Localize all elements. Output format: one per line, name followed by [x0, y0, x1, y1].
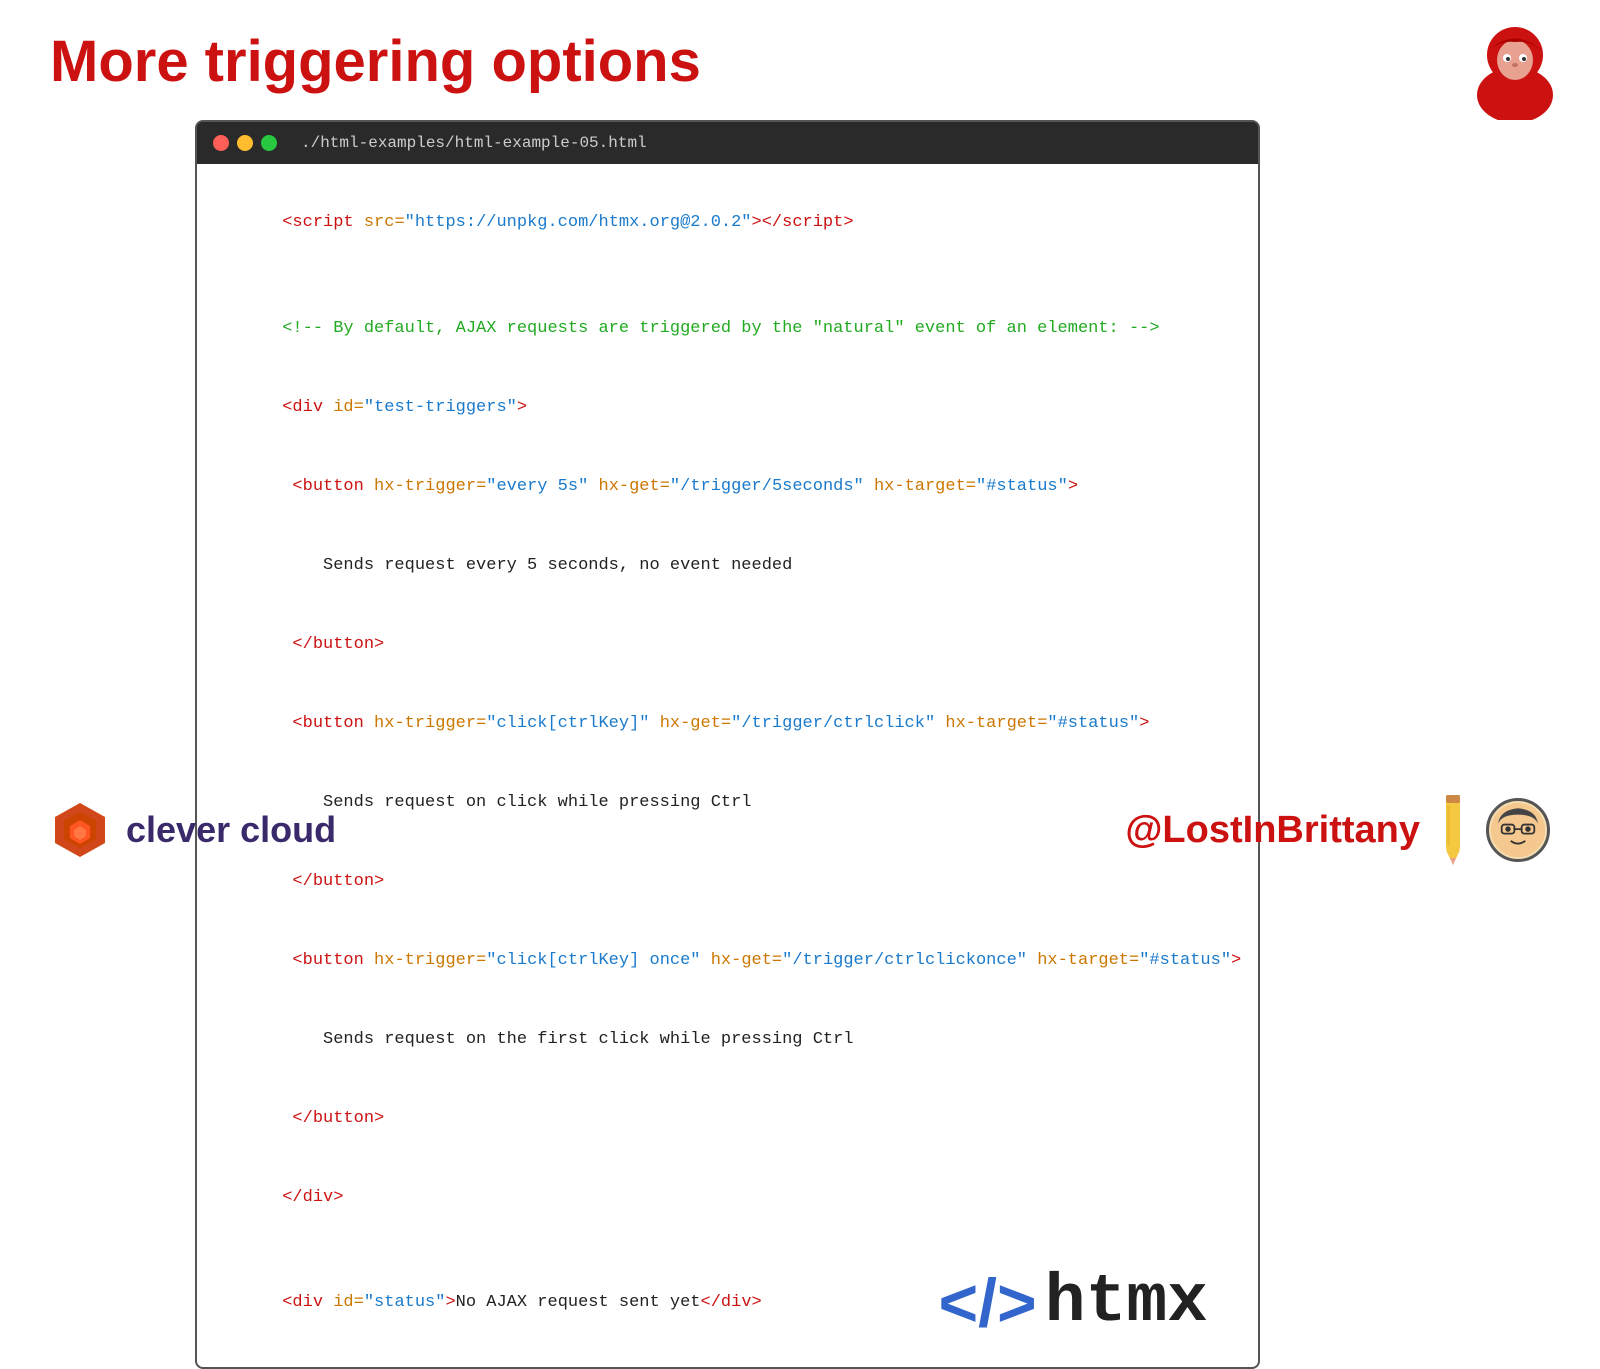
code-div-val: "test-triggers"	[364, 398, 517, 417]
page-title: More triggering options	[50, 28, 701, 95]
window-titlebar: ./html-examples/html-example-05.html	[197, 122, 1258, 164]
code-blank-1	[221, 263, 1234, 289]
code-sp7	[701, 951, 711, 970]
code-btn3-gt: >	[1231, 951, 1241, 970]
traffic-light-red[interactable]	[213, 135, 229, 151]
code-comment-text: <!-- By default, AJAX requests are trigg…	[282, 319, 1159, 338]
code-div-open: <div id="test-triggers">	[221, 368, 1234, 447]
code-status-close-tag: </div>	[701, 1293, 762, 1312]
code-space1	[282, 477, 292, 496]
code-btn2-attr2: hx-get=	[660, 714, 731, 733]
code-btn1-gt: >	[1068, 477, 1078, 496]
twitter-handle: @LostInBrittany	[1125, 809, 1420, 852]
code-btn1-attr2: hx-get=	[599, 477, 670, 496]
clever-cloud-logo: clever cloud	[50, 800, 336, 860]
code-btn3-open: <button hx-trigger="click[ctrlKey] once"…	[221, 922, 1234, 1001]
code-status-val: "status"	[364, 1293, 446, 1312]
code-btn1-val1: "every 5s"	[486, 477, 588, 496]
code-sp4	[650, 714, 660, 733]
htmx-logo: </> htmx	[938, 1269, 1208, 1337]
code-btn2-attr3: hx-target=	[945, 714, 1047, 733]
code-btn2-val1: "click[ctrlKey]"	[486, 714, 649, 733]
code-status-attr: id=	[333, 1293, 364, 1312]
code-btn3-text: Sends request on the first click while p…	[221, 1001, 1234, 1080]
htmx-brackets: </>	[938, 1269, 1036, 1337]
code-btn3-val3: "#status"	[1139, 951, 1231, 970]
code-btn3-attr2: hx-get=	[711, 951, 782, 970]
code-div-attr: id=	[333, 398, 364, 417]
code-tag: <script	[282, 213, 364, 232]
code-blank-2	[221, 1238, 1234, 1264]
code-btn2-val3: "#status"	[1047, 714, 1139, 733]
code-btn1-tag: <button	[292, 477, 374, 496]
code-btn1-content: Sends request every 5 seconds, no event …	[282, 556, 792, 575]
code-sp6	[282, 872, 292, 891]
htmx-wordmark: htmx	[1045, 1269, 1208, 1337]
code-space3	[282, 951, 292, 970]
code-btn3-content: Sends request on the first click while p…	[282, 1030, 853, 1049]
code-div-tag: <div	[282, 398, 333, 417]
code-sp3	[282, 635, 292, 654]
code-div-close-tag: </div>	[282, 1188, 343, 1207]
code-btn3-attr1: hx-trigger=	[374, 951, 486, 970]
traffic-light-yellow[interactable]	[237, 135, 253, 151]
code-sp2	[864, 477, 874, 496]
code-btn2-close-tag: </button>	[292, 872, 384, 891]
pencil-icon	[1428, 790, 1478, 870]
traffic-light-green[interactable]	[261, 135, 277, 151]
code-btn1-text: Sends request every 5 seconds, no event …	[221, 526, 1234, 605]
code-btn2-tag: <button	[292, 714, 374, 733]
code-btn1-val3: "#status"	[976, 477, 1068, 496]
code-comment-1: <!-- By default, AJAX requests are trigg…	[221, 289, 1234, 368]
clever-cloud-text: clever cloud	[126, 809, 336, 851]
code-btn1-val2: "/trigger/5seconds"	[670, 477, 864, 496]
bottom-bar: clever cloud @LostInBrittany	[0, 790, 1600, 870]
code-sp9	[282, 1109, 292, 1128]
code-btn3-val2: "/trigger/ctrlclickonce"	[782, 951, 1027, 970]
code-line-1: <script src="https://unpkg.com/htmx.org@…	[221, 184, 1234, 263]
code-sp5	[935, 714, 945, 733]
code-btn1-attr1: hx-trigger=	[374, 477, 486, 496]
code-status-gt: >	[445, 1293, 455, 1312]
code-val: "https://unpkg.com/htmx.org@2.0.2"	[405, 213, 752, 232]
code-btn1-attr3: hx-target=	[874, 477, 976, 496]
code-tag2: ></script>	[752, 213, 854, 232]
code-content: <script src="https://unpkg.com/htmx.org@…	[197, 164, 1258, 1367]
code-btn3-attr3: hx-target=	[1037, 951, 1139, 970]
avatar-mascot	[1486, 798, 1550, 862]
code-div-close-line: </div>	[221, 1159, 1234, 1238]
window-path: ./html-examples/html-example-05.html	[301, 134, 647, 152]
code-sp1	[588, 477, 598, 496]
code-space2	[282, 714, 292, 733]
code-attr: src=	[364, 213, 405, 232]
code-btn3-tag: <button	[292, 951, 374, 970]
code-btn3-close: </button>	[221, 1080, 1234, 1159]
mascot-top-right	[1460, 10, 1570, 120]
code-btn1-close-tag: </button>	[292, 635, 384, 654]
code-btn2-gt: >	[1139, 714, 1149, 733]
code-btn1-open: <button hx-trigger="every 5s" hx-get="/t…	[221, 447, 1234, 526]
code-status-open: <div	[282, 1293, 333, 1312]
code-btn1-close: </button>	[221, 606, 1234, 685]
code-status-text: No AJAX request sent yet	[456, 1293, 701, 1312]
code-btn3-close-tag: </button>	[292, 1109, 384, 1128]
code-window: ./html-examples/html-example-05.html <sc…	[195, 120, 1260, 1369]
code-btn2-open: <button hx-trigger="click[ctrlKey]" hx-g…	[221, 685, 1234, 764]
code-btn2-val2: "/trigger/ctrlclick"	[731, 714, 935, 733]
clever-cloud-icon	[50, 800, 110, 860]
code-sp8	[1027, 951, 1037, 970]
code-btn3-val1: "click[ctrlKey] once"	[486, 951, 700, 970]
code-btn2-attr1: hx-trigger=	[374, 714, 486, 733]
code-div-close: >	[517, 398, 527, 417]
social-section: @LostInBrittany	[1125, 790, 1550, 870]
